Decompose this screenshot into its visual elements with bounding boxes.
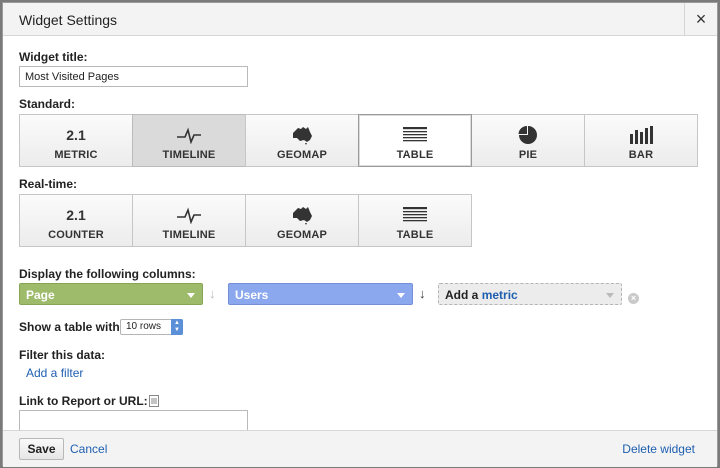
delete-widget-link[interactable]: Delete widget: [622, 442, 695, 456]
dialog-footer: Save Cancel Delete widget: [3, 430, 717, 467]
widget-title-label: Widget title:: [19, 50, 88, 64]
bar-chart-icon: [629, 124, 653, 146]
realtime-label: Real-time:: [19, 177, 78, 191]
spinner-arrows-icon: ▲ ▼: [171, 319, 183, 335]
realtime-table-tile[interactable]: TABLE: [358, 194, 472, 247]
add-metric-link: metric: [481, 288, 518, 302]
tile-label: TIMELINE: [162, 149, 216, 161]
table-icon: [402, 124, 428, 146]
dialog-titlebar: Widget Settings ×: [3, 3, 717, 36]
chevron-down-icon: [606, 293, 614, 298]
tile-label: PIE: [518, 149, 538, 161]
add-metric-dropdown[interactable]: Add a metric: [438, 283, 622, 305]
timeline-icon: [176, 124, 202, 146]
dimension-value: Page: [26, 288, 55, 302]
dimension-dropdown[interactable]: Page: [19, 283, 203, 305]
tile-label: GEOMAP: [276, 149, 328, 161]
metric-dropdown[interactable]: Users: [228, 283, 413, 305]
save-button[interactable]: Save: [19, 438, 64, 460]
realtime-tiles: 2.1 COUNTER TIMELINE GEOMAP TABLE: [19, 194, 472, 247]
widget-title-input[interactable]: [19, 66, 248, 87]
standard-table-tile[interactable]: TABLE: [358, 114, 472, 167]
pie-icon: [517, 124, 539, 146]
sort-down-arrow-icon[interactable]: ↓: [419, 286, 426, 301]
tile-label: TIMELINE: [162, 229, 216, 241]
table-icon: [402, 204, 428, 226]
table-rows-label: Show a table with: [19, 320, 120, 334]
tile-label: METRIC: [54, 149, 98, 161]
chevron-down-icon: [187, 293, 195, 298]
add-filter-link[interactable]: Add a filter: [26, 366, 83, 380]
tile-label: TABLE: [396, 149, 434, 161]
metric-value: Users: [235, 288, 269, 302]
widget-settings-dialog: Widget Settings × Widget title: Standard…: [2, 2, 718, 467]
realtime-geomap-tile[interactable]: GEOMAP: [245, 194, 359, 247]
tile-label: GEOMAP: [276, 229, 328, 241]
standard-geomap-tile[interactable]: GEOMAP: [245, 114, 359, 167]
counter-number-icon: 2.1: [66, 207, 86, 223]
link-url-input[interactable]: [19, 410, 248, 431]
standard-pie-tile[interactable]: PIE: [471, 114, 585, 167]
tile-label: BAR: [628, 149, 654, 161]
rows-select[interactable]: 10 rows ▲ ▼: [120, 319, 183, 335]
dialog-title: Widget Settings: [19, 12, 118, 28]
australia-map-icon: [290, 204, 314, 226]
standard-bar-tile[interactable]: BAR: [584, 114, 698, 167]
timeline-icon: [176, 204, 202, 226]
australia-map-icon: [290, 124, 314, 146]
realtime-timeline-tile[interactable]: TIMELINE: [132, 194, 246, 247]
close-icon[interactable]: ×: [684, 3, 717, 36]
standard-tiles: 2.1 METRIC TIMELINE GEOMAP TABLE PIE BAR: [19, 114, 698, 167]
dialog-body: Widget title: Standard: 2.1 METRIC TIMEL…: [3, 36, 717, 431]
metric-number-icon: 2.1: [66, 127, 86, 143]
columns-label: Display the following columns:: [19, 267, 196, 281]
standard-label: Standard:: [19, 97, 76, 111]
chevron-down-icon: [397, 293, 405, 298]
standard-metric-tile[interactable]: 2.1 METRIC: [19, 114, 133, 167]
tile-label: TABLE: [396, 229, 434, 241]
sort-down-arrow-icon[interactable]: ↓: [209, 286, 216, 301]
rows-select-value: 10 rows: [126, 321, 162, 332]
tile-label: COUNTER: [48, 229, 104, 241]
cancel-link[interactable]: Cancel: [70, 442, 107, 456]
realtime-counter-tile[interactable]: 2.1 COUNTER: [19, 194, 133, 247]
standard-timeline-tile[interactable]: TIMELINE: [132, 114, 246, 167]
filter-label: Filter this data:: [19, 348, 106, 362]
link-to-report-label: Link to Report or URL:: [19, 394, 148, 408]
remove-column-icon[interactable]: ×: [628, 293, 639, 304]
add-metric-prefix: Add a: [445, 288, 479, 302]
